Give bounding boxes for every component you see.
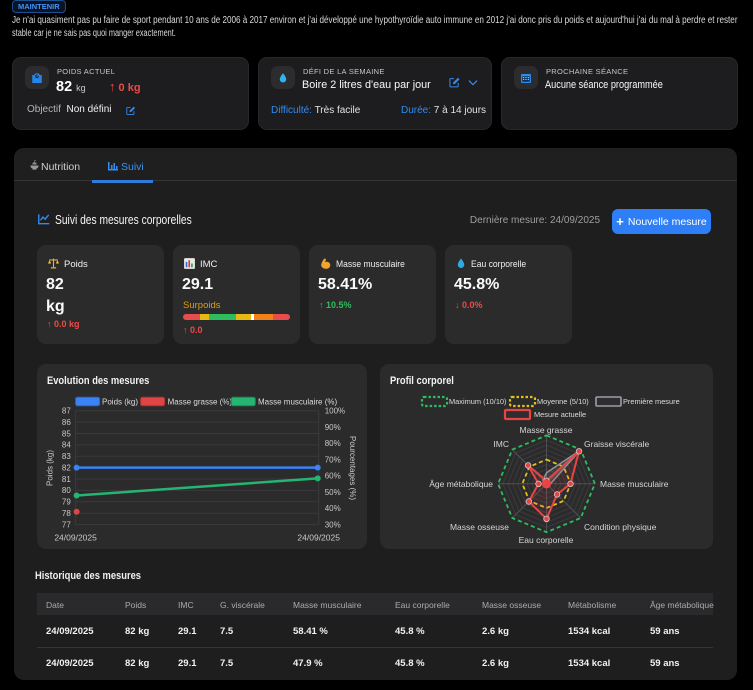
svg-text:Masse musculaire (%): Masse musculaire (%) xyxy=(258,398,337,407)
svg-text:81: 81 xyxy=(62,475,71,484)
svg-text:80: 80 xyxy=(62,486,71,495)
svg-text:Condition physique: Condition physique xyxy=(584,522,657,532)
svg-text:82: 82 xyxy=(62,464,71,473)
svg-text:80%: 80% xyxy=(325,439,341,448)
svg-text:77: 77 xyxy=(62,520,71,529)
svg-text:83: 83 xyxy=(62,452,71,461)
svg-text:79: 79 xyxy=(62,498,71,507)
svg-text:24/09/2025: 24/09/2025 xyxy=(54,533,97,543)
svg-text:87: 87 xyxy=(62,407,71,416)
svg-text:Graisse viscérale: Graisse viscérale xyxy=(584,439,649,449)
svg-text:Masse grasse (%): Masse grasse (%) xyxy=(168,398,233,407)
svg-text:70%: 70% xyxy=(325,455,341,464)
svg-text:Poids (kg): Poids (kg) xyxy=(45,450,54,486)
svg-text:50%: 50% xyxy=(325,488,341,497)
svg-text:90%: 90% xyxy=(325,423,341,432)
svg-text:78: 78 xyxy=(62,509,71,518)
svg-text:86: 86 xyxy=(62,418,71,427)
svg-text:Maximum (10/10): Maximum (10/10) xyxy=(449,397,507,406)
svg-text:Eau corporelle: Eau corporelle xyxy=(519,535,574,545)
svg-text:Première mesure: Première mesure xyxy=(623,397,680,406)
svg-text:Masse musculaire: Masse musculaire xyxy=(600,479,669,489)
svg-text:100%: 100% xyxy=(325,407,345,416)
svg-text:84: 84 xyxy=(62,441,71,450)
svg-text:Mesure actuelle: Mesure actuelle xyxy=(534,410,586,419)
svg-text:Masse grasse: Masse grasse xyxy=(520,425,573,435)
svg-text:30%: 30% xyxy=(325,520,341,529)
svg-text:Pourcentages (%): Pourcentages (%) xyxy=(348,436,357,500)
svg-text:24/09/2025: 24/09/2025 xyxy=(297,533,340,543)
svg-text:Moyenne (5/10): Moyenne (5/10) xyxy=(537,397,589,406)
svg-text:85: 85 xyxy=(62,429,71,438)
svg-text:Masse osseuse: Masse osseuse xyxy=(450,522,509,532)
svg-text:Poids (kg): Poids (kg) xyxy=(102,398,138,407)
svg-text:40%: 40% xyxy=(325,504,341,513)
svg-text:60%: 60% xyxy=(325,472,341,481)
svg-text:IMC: IMC xyxy=(493,439,509,449)
svg-text:Âge métabolique: Âge métabolique xyxy=(429,479,493,489)
